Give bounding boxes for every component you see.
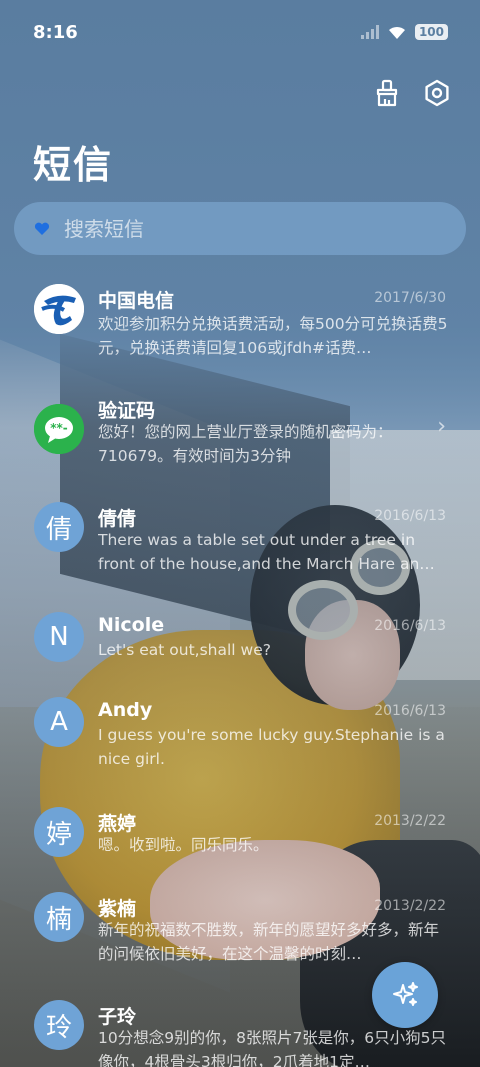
thread-name: Andy	[98, 699, 153, 721]
thread-date: 2013/2/22	[374, 898, 446, 914]
battery-indicator: 100	[414, 24, 448, 40]
settings-icon	[425, 79, 449, 107]
thread-date: 2016/6/13	[374, 618, 446, 634]
wifi-icon	[388, 26, 405, 39]
thread-preview: There was a table set out under a tree i…	[98, 531, 435, 573]
thread-item-qianqian[interactable]: 倩 倩倩 2016/6/13 There was a table set out…	[0, 502, 480, 612]
thread-name: 燕婷	[98, 813, 137, 835]
thread-date: 2013/2/22	[374, 813, 446, 829]
search-bar[interactable]	[14, 202, 466, 255]
page-title: 短信	[33, 143, 114, 187]
thread-preview: 欢迎参加积分兑换话费活动，每500分可兑换话费5元，兑换话费请回复106或jfd…	[98, 315, 448, 357]
thread-preview: 10分想念9别的你，8张照片7张是你，6只小狗5只像你，4根骨头3根归你，2爪着…	[98, 1029, 447, 1067]
thread-date: 2016/6/13	[374, 508, 446, 524]
thread-name: 中国电信	[98, 290, 175, 312]
thread-name: Nicole	[98, 614, 165, 636]
thread-preview: Let's eat out,shall we?	[98, 641, 271, 659]
svg-text:**-: **-	[50, 421, 68, 435]
avatar: 倩	[34, 502, 84, 552]
thread-name: 倩倩	[98, 508, 137, 530]
search-input[interactable]	[64, 216, 424, 241]
thread-preview: I guess you're some lucky guy.Stephanie …	[98, 726, 445, 768]
top-actions	[372, 78, 452, 108]
new-message-button[interactable]	[372, 962, 438, 1028]
sparkle-icon	[393, 982, 418, 1006]
signal-icon	[360, 25, 379, 39]
thread-date: 2017/6/30	[374, 290, 446, 306]
thread-preview: 新年的祝福数不胜数，新年的愿望好多好多，新年的问候依旧美好，在这个温馨的时刻…	[98, 921, 440, 963]
thread-name: 子玲	[98, 1006, 137, 1028]
avatar: 玲	[34, 1000, 84, 1050]
status-bar: 8:16 100	[0, 0, 480, 68]
thread-item-andy[interactable]: A Andy 2016/6/13 I guess you're some luc…	[0, 697, 480, 807]
chevron-right-icon: ›	[437, 414, 446, 439]
status-time: 8:16	[33, 22, 78, 43]
heart-icon	[34, 222, 50, 235]
status-icons: 100	[360, 24, 448, 40]
thread-item-china-telecom[interactable]: 中国电信 2017/6/30 欢迎参加积分兑换话费活动，每500分可兑换话费5元…	[0, 280, 480, 390]
avatar: A	[34, 697, 84, 747]
avatar: 楠	[34, 892, 84, 942]
message-bubble-icon: **-	[34, 404, 84, 454]
thread-item-verification-code[interactable]: **- 验证码 您好！您的网上营业厅登录的随机密码为：710679。有效时间为3…	[0, 392, 480, 502]
thread-name: 紫楠	[98, 898, 137, 920]
telecom-logo-icon	[34, 284, 84, 334]
brush-icon	[376, 79, 398, 107]
thread-date: 2016/6/13	[374, 703, 446, 719]
settings-button[interactable]	[422, 78, 452, 108]
avatar: 婷	[34, 807, 84, 857]
thread-name: 验证码	[98, 400, 156, 422]
avatar: N	[34, 612, 84, 662]
clean-brush-button[interactable]	[372, 78, 402, 108]
thread-preview: 您好！您的网上营业厅登录的随机密码为：710679。有效时间为3分钟	[98, 423, 393, 465]
thread-preview: 嗯。收到啦。同乐同乐。	[98, 836, 269, 854]
